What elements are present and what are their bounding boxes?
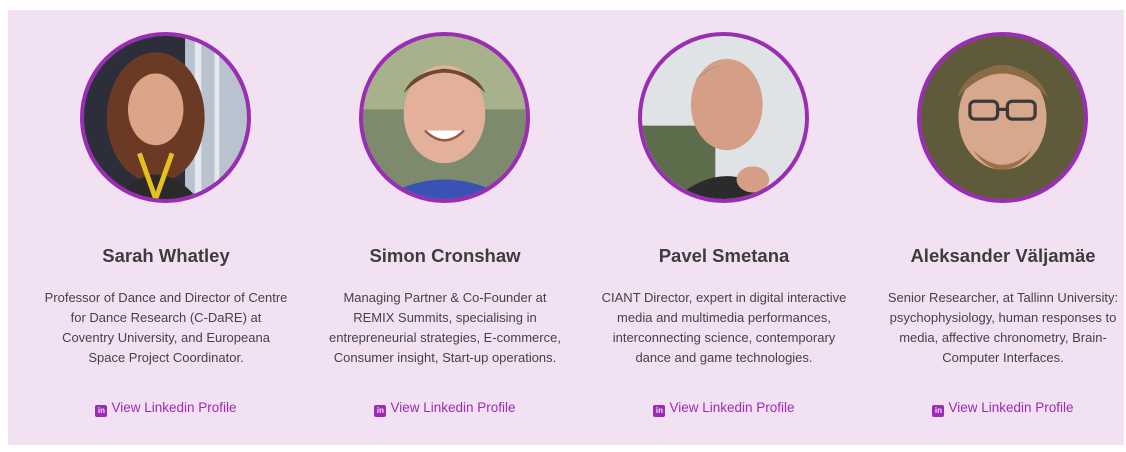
avatar xyxy=(917,32,1088,203)
link-label: View Linkedin Profile xyxy=(669,400,795,415)
team-section: Sarah Whatley Professor of Dance and Dir… xyxy=(8,10,1124,445)
linkedin-icon: in xyxy=(932,405,945,417)
team-card-simon-cronshaw: Simon Cronshaw Managing Partner & Co-Fou… xyxy=(305,10,585,445)
link-label: View Linkedin Profile xyxy=(111,400,237,415)
avatar xyxy=(359,32,530,203)
avatar xyxy=(80,32,251,203)
link-label: View Linkedin Profile xyxy=(948,400,1074,415)
person-bio: CIANT Director, expert in digital intera… xyxy=(601,290,847,365)
person-bio: Managing Partner & Co-Founder at REMIX S… xyxy=(329,290,561,365)
team-card-sarah-whatley: Sarah Whatley Professor of Dance and Dir… xyxy=(26,10,306,445)
person-name: Simon Cronshaw xyxy=(369,245,521,266)
avatar xyxy=(638,32,809,203)
linkedin-profile-link[interactable]: in View Linkedin Profile xyxy=(26,400,306,417)
linkedin-profile-link[interactable]: in View Linkedin Profile xyxy=(584,400,864,417)
linkedin-profile-link[interactable]: in View Linkedin Profile xyxy=(863,400,1126,417)
link-label: View Linkedin Profile xyxy=(390,400,516,415)
team-card-pavel-smetana: Pavel Smetana CIANT Director, expert in … xyxy=(584,10,864,445)
linkedin-icon: in xyxy=(374,405,387,417)
linkedin-profile-link[interactable]: in View Linkedin Profile xyxy=(305,400,585,417)
team-card-aleksander-valjamae: Aleksander Väljamäe Senior Researcher, a… xyxy=(863,10,1126,445)
person-bio: Senior Researcher, at Tallinn University… xyxy=(887,290,1119,365)
person-bio: Professor of Dance and Director of Centr… xyxy=(44,290,288,365)
person-name: Sarah Whatley xyxy=(102,245,230,266)
linkedin-icon: in xyxy=(653,405,666,417)
person-name: Aleksander Väljamäe xyxy=(910,245,1096,266)
person-name: Pavel Smetana xyxy=(658,245,790,266)
linkedin-icon: in xyxy=(95,405,108,417)
